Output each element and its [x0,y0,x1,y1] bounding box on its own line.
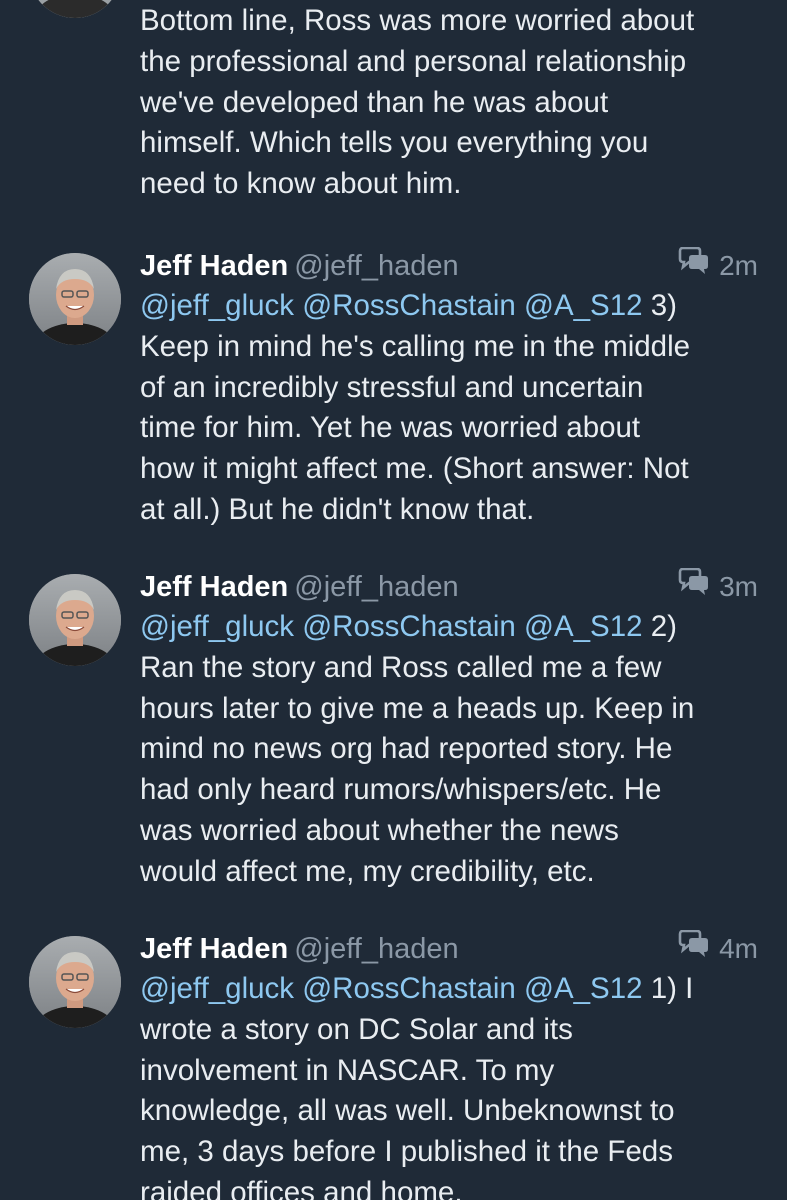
tweet-text-first-line: 1) I [642,972,694,1005]
author-handle[interactable]: @jeff_haden [294,250,458,282]
conversation-icon[interactable] [677,929,711,969]
tweet-text-rest: wrote a story on DC Solar and its involv… [140,1012,675,1200]
timeline-feed: Bottom line, Ross was more worried about… [0,0,787,1200]
tweet-text-rest: Keep in mind he's calling me in the midd… [140,329,691,526]
tweet-content: Jeff Haden @jeff_haden 3m @jeff_gluck @Ro… [140,567,770,893]
tweet-meta: 3m [677,567,758,607]
tweet-time: 2m [719,250,758,281]
tweet-text: @jeff_gluck @RossChastain @A_S12 2) Ran … [140,607,770,893]
tweet-text-rest: Ran the story and Ross called me a few h… [140,650,695,888]
tweet-mentions[interactable]: @jeff_gluck @RossChastain @A_S12 [140,972,643,1005]
tweet-mentions[interactable]: @jeff_gluck @RossChastain @A_S12 [140,610,643,643]
avatar[interactable] [29,936,121,1028]
tweet-meta: 4m [677,929,758,969]
author-handle[interactable]: @jeff_haden [294,571,458,603]
tweet-time: 3m [719,571,758,602]
tweet-header: Jeff Haden @jeff_haden 4m [140,929,770,969]
tweet-content: Jeff Haden @jeff_haden 4m @jeff_gluck @Ro… [140,929,770,1200]
tweet-header: Jeff Haden @jeff_haden 3m [140,567,770,607]
tweet-mentions[interactable]: @jeff_gluck @RossChastain @A_S12 [140,289,643,322]
avatar[interactable] [29,253,121,345]
conversation-icon[interactable] [677,246,711,286]
tweet-text: @jeff_gluck @RossChastain @A_S12 3) Keep… [140,286,770,531]
tweet-time: 4m [719,933,758,964]
conversation-icon[interactable] [677,567,711,607]
author-name[interactable]: Jeff Haden [140,571,288,603]
tweet-text-first-line: 2) [642,610,677,643]
tweet-content: Jeff Haden @jeff_haden 2m @jeff_gluck @Ro… [140,246,770,531]
tweet-text-first-line: 3) [642,289,677,322]
avatar[interactable] [29,574,121,666]
tweet-meta: 2m [677,246,758,286]
tweet-text: @jeff_gluck @RossChastain @A_S12 1) I wr… [140,969,770,1200]
author-name[interactable]: Jeff Haden [140,250,288,282]
avatar[interactable] [29,0,121,18]
author-handle[interactable]: @jeff_haden [294,933,458,965]
tweet-text: Bottom line, Ross was more worried about… [140,4,695,201]
tweet-header: Jeff Haden @jeff_haden 2m [140,246,770,286]
author-name[interactable]: Jeff Haden [140,933,288,965]
